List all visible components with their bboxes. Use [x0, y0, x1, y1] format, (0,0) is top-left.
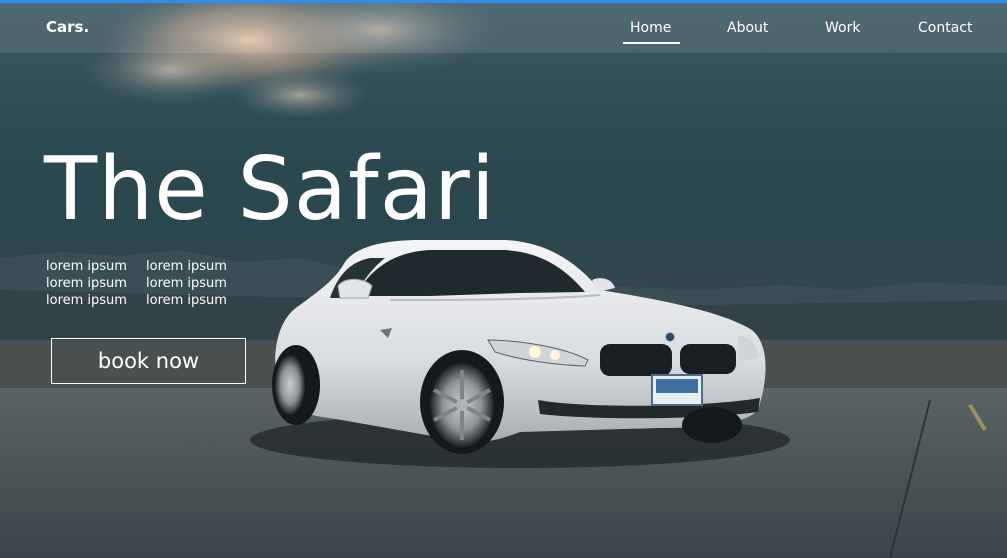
description-text: lorem ipsum [146, 276, 227, 291]
top-navbar: Cars. Home About Work Contact [0, 3, 1007, 53]
hero-title: The Safari [44, 138, 496, 240]
book-now-button[interactable]: book now [51, 338, 246, 384]
nav-link-work[interactable]: Work [825, 20, 860, 36]
description-text: lorem ipsum [46, 293, 127, 308]
nav-active-indicator [623, 42, 680, 44]
description-text: lorem ipsum [46, 259, 127, 274]
top-accent-line [0, 0, 1007, 3]
description-text: lorem ipsum [46, 276, 127, 291]
hero-section: Cars. Home About Work Contact The Safari… [0, 0, 1007, 558]
nav-link-home[interactable]: Home [630, 20, 671, 36]
nav-link-about[interactable]: About [727, 20, 768, 36]
description-text: lorem ipsum [146, 293, 227, 308]
brand-logo[interactable]: Cars. [46, 18, 89, 36]
description-text: lorem ipsum [146, 259, 227, 274]
hero-description: lorem ipsum lorem ipsum lorem ipsum lore… [46, 258, 246, 309]
nav-link-contact[interactable]: Contact [918, 20, 972, 36]
